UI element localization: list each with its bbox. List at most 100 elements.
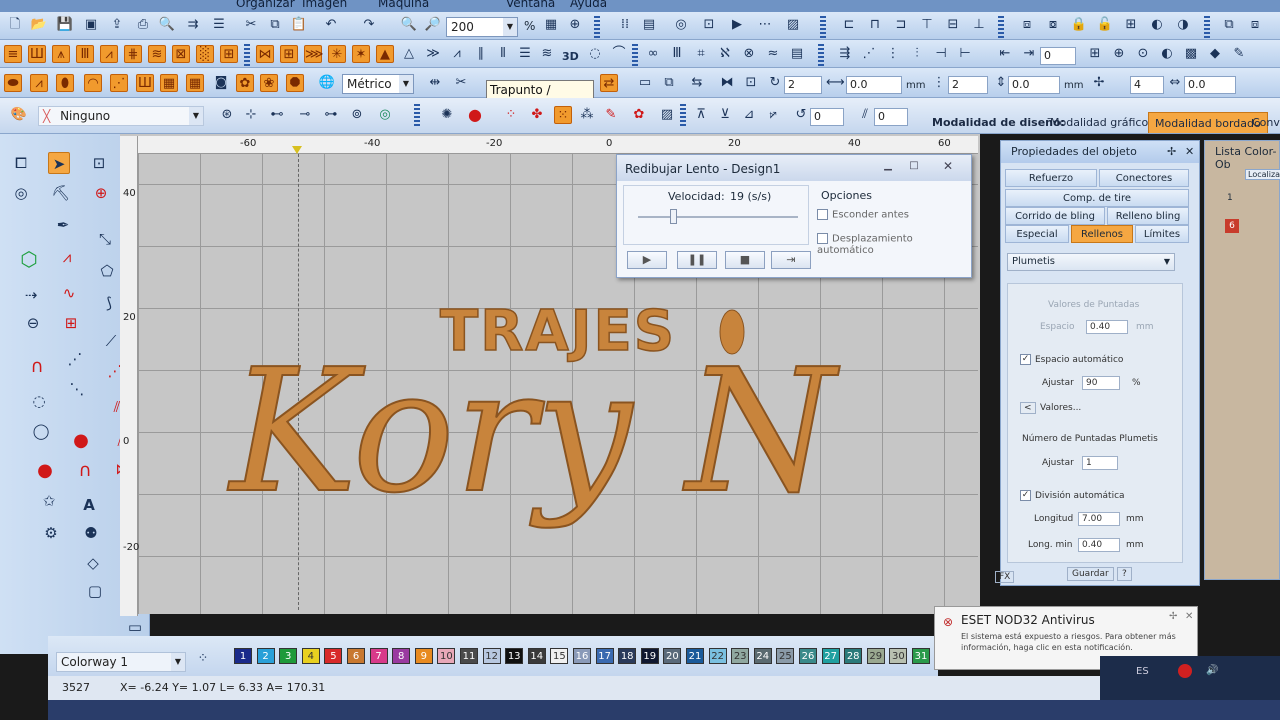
- wave-icon[interactable]: ≋: [538, 45, 556, 63]
- lock-icon[interactable]: 🔒: [1070, 16, 1088, 34]
- color-swatch-17[interactable]: 17: [595, 648, 614, 664]
- radial-fill-icon[interactable]: ✳: [328, 45, 346, 63]
- skip-end-button[interactable]: ⇥: [771, 251, 811, 269]
- wave-fill-icon[interactable]: ≋: [148, 45, 166, 63]
- spacing-field[interactable]: 0.40: [1086, 320, 1128, 334]
- color-swatch-8[interactable]: 8: [392, 648, 411, 664]
- align-top-icon[interactable]: ⊤: [918, 16, 936, 34]
- freehand-icon[interactable]: ◎: [10, 182, 32, 204]
- color-swatch-18[interactable]: 18: [618, 648, 637, 664]
- design-apostrophe[interactable]: [719, 309, 745, 355]
- bling-fill-icon[interactable]: ✤: [528, 106, 546, 124]
- pin-icon[interactable]: ✢: [1167, 141, 1176, 163]
- volume-icon[interactable]: 🔊: [1206, 665, 1218, 676]
- count-field[interactable]: 4: [1130, 76, 1164, 94]
- save-all-icon[interactable]: ▣: [82, 16, 100, 34]
- trapunto-values-icon[interactable]: ⇄: [600, 74, 618, 92]
- frame-icon[interactable]: ⊡: [742, 74, 760, 92]
- paste-icon[interactable]: 📋: [290, 16, 308, 34]
- toolbar-grip[interactable]: [632, 44, 638, 66]
- color-swatch-5[interactable]: 5: [324, 648, 343, 664]
- rake-icon[interactable]: Ш: [136, 74, 154, 92]
- checkbox-box[interactable]: ✓: [1020, 490, 1031, 501]
- color-swatch-15[interactable]: 15: [550, 648, 569, 664]
- offset-icon[interactable]: ⊙: [1134, 45, 1152, 63]
- outline-icon[interactable]: ∥: [472, 45, 490, 63]
- menu-maquina[interactable]: Máquina: [378, 0, 429, 10]
- values-button-label[interactable]: Valores...: [1040, 403, 1081, 413]
- fill-stitch-icon[interactable]: Ⅲ: [76, 45, 94, 63]
- tatami-stitch-icon[interactable]: Ш: [28, 45, 46, 63]
- column-a-icon[interactable]: ⩘: [30, 74, 48, 92]
- split-icon[interactable]: ⋮: [884, 45, 902, 63]
- bling-pattern-icon[interactable]: ✿: [630, 106, 648, 124]
- star-icon[interactable]: ✩: [38, 490, 60, 512]
- send-machine-icon[interactable]: ⇉: [184, 16, 202, 34]
- tab-refuerzo[interactable]: Refuerzo: [1005, 169, 1097, 187]
- toolbar-grip[interactable]: [820, 16, 826, 38]
- circle-ring-icon[interactable]: ◎: [376, 106, 394, 124]
- triangle-outline-icon[interactable]: △: [400, 45, 418, 63]
- adjust-count-field[interactable]: 1: [1082, 456, 1118, 470]
- reflect-icon[interactable]: ⇆: [688, 74, 706, 92]
- show-connectors-icon[interactable]: ⋯: [756, 16, 774, 34]
- oval-icon[interactable]: ◯: [30, 420, 52, 442]
- view-mode-icon[interactable]: ◎: [672, 16, 690, 34]
- 3d-button[interactable]: 3D: [562, 50, 579, 63]
- palette-icon[interactable]: 🎨: [10, 106, 28, 124]
- flower-icon[interactable]: ✿: [236, 74, 254, 92]
- locate-icon[interactable]: ⊕: [90, 182, 112, 204]
- redo-icon[interactable]: ↷: [360, 16, 378, 34]
- square-tool-icon[interactable]: ▭: [124, 616, 146, 638]
- cut-stitch-icon[interactable]: ⌒: [610, 45, 628, 63]
- align-middle-icon[interactable]: ⊟: [944, 16, 962, 34]
- spacing-field[interactable]: 0.0: [846, 76, 902, 94]
- horseshoe-icon[interactable]: ∩: [74, 460, 96, 482]
- pause-button[interactable]: ❚❚: [677, 251, 717, 269]
- hide-before-checkbox[interactable]: Esconder antes: [817, 209, 909, 221]
- color-swatch-19[interactable]: 19: [640, 648, 659, 664]
- spiral-icon[interactable]: ⊚: [348, 106, 366, 124]
- tab-especial[interactable]: Especial: [1005, 225, 1069, 243]
- fill-grid-icon[interactable]: ▦: [186, 74, 204, 92]
- open-folder-icon[interactable]: 📂: [30, 16, 48, 34]
- language-indicator[interactable]: ES: [1136, 666, 1149, 677]
- zigzag-tool-icon[interactable]: ⩘: [56, 246, 78, 268]
- view-outlines-icon[interactable]: ▤: [640, 16, 658, 34]
- stitch-angle-icon[interactable]: ⋰: [860, 45, 878, 63]
- path-icon[interactable]: ⊶: [322, 106, 340, 124]
- satin-stitch-icon[interactable]: ≡: [4, 45, 22, 63]
- scissors-icon[interactable]: ✂: [452, 74, 470, 92]
- mirror-icon[interactable]: ⧓: [718, 74, 736, 92]
- loop-icon[interactable]: ∞: [644, 45, 662, 63]
- color-swatch-30[interactable]: 30: [889, 648, 908, 664]
- color-swatch-26[interactable]: 26: [799, 648, 817, 664]
- color-swatch-9[interactable]: 9: [414, 648, 433, 664]
- hash-icon[interactable]: ⌗: [692, 45, 710, 63]
- menu-imagen[interactable]: Imagen: [302, 0, 347, 10]
- arrange-icon[interactable]: ⧉: [1220, 16, 1238, 34]
- zoom-out-icon[interactable]: 🔎: [424, 16, 442, 34]
- appliqué-icon[interactable]: ◠: [84, 74, 102, 92]
- mirror-v-icon[interactable]: ⇥: [1020, 45, 1038, 63]
- red-circle-icon[interactable]: ●: [34, 460, 56, 482]
- angle-tool-icon[interactable]: ⊿: [740, 106, 758, 124]
- color-swatch-3[interactable]: 3: [279, 648, 298, 664]
- fill-style-combo[interactable]: ╳ Ninguno ▼: [38, 106, 204, 126]
- hoop-icon[interactable]: ⊡: [700, 16, 718, 34]
- connect-icon[interactable]: ⊸: [296, 106, 314, 124]
- break-icon[interactable]: ⊢: [956, 45, 974, 63]
- values-button[interactable]: <: [1020, 402, 1036, 414]
- toolbar-grip[interactable]: [998, 16, 1004, 38]
- text-tool-icon[interactable]: A: [78, 494, 100, 516]
- color-swatch-23[interactable]: 23: [731, 648, 750, 664]
- color-swatch-27[interactable]: 27: [821, 648, 840, 664]
- trapunto-icon[interactable]: ⩘: [448, 45, 466, 63]
- columns-field[interactable]: 2: [948, 76, 988, 94]
- color-swatch-6[interactable]: 6: [347, 648, 365, 664]
- fx-button[interactable]: FX: [995, 571, 1015, 583]
- design-text-name[interactable]: Kory N: [226, 332, 841, 532]
- align-left-icon[interactable]: ⊏: [840, 16, 858, 34]
- node-icon[interactable]: ▩: [1182, 45, 1200, 63]
- menu-ayuda[interactable]: Ayuda: [570, 0, 607, 10]
